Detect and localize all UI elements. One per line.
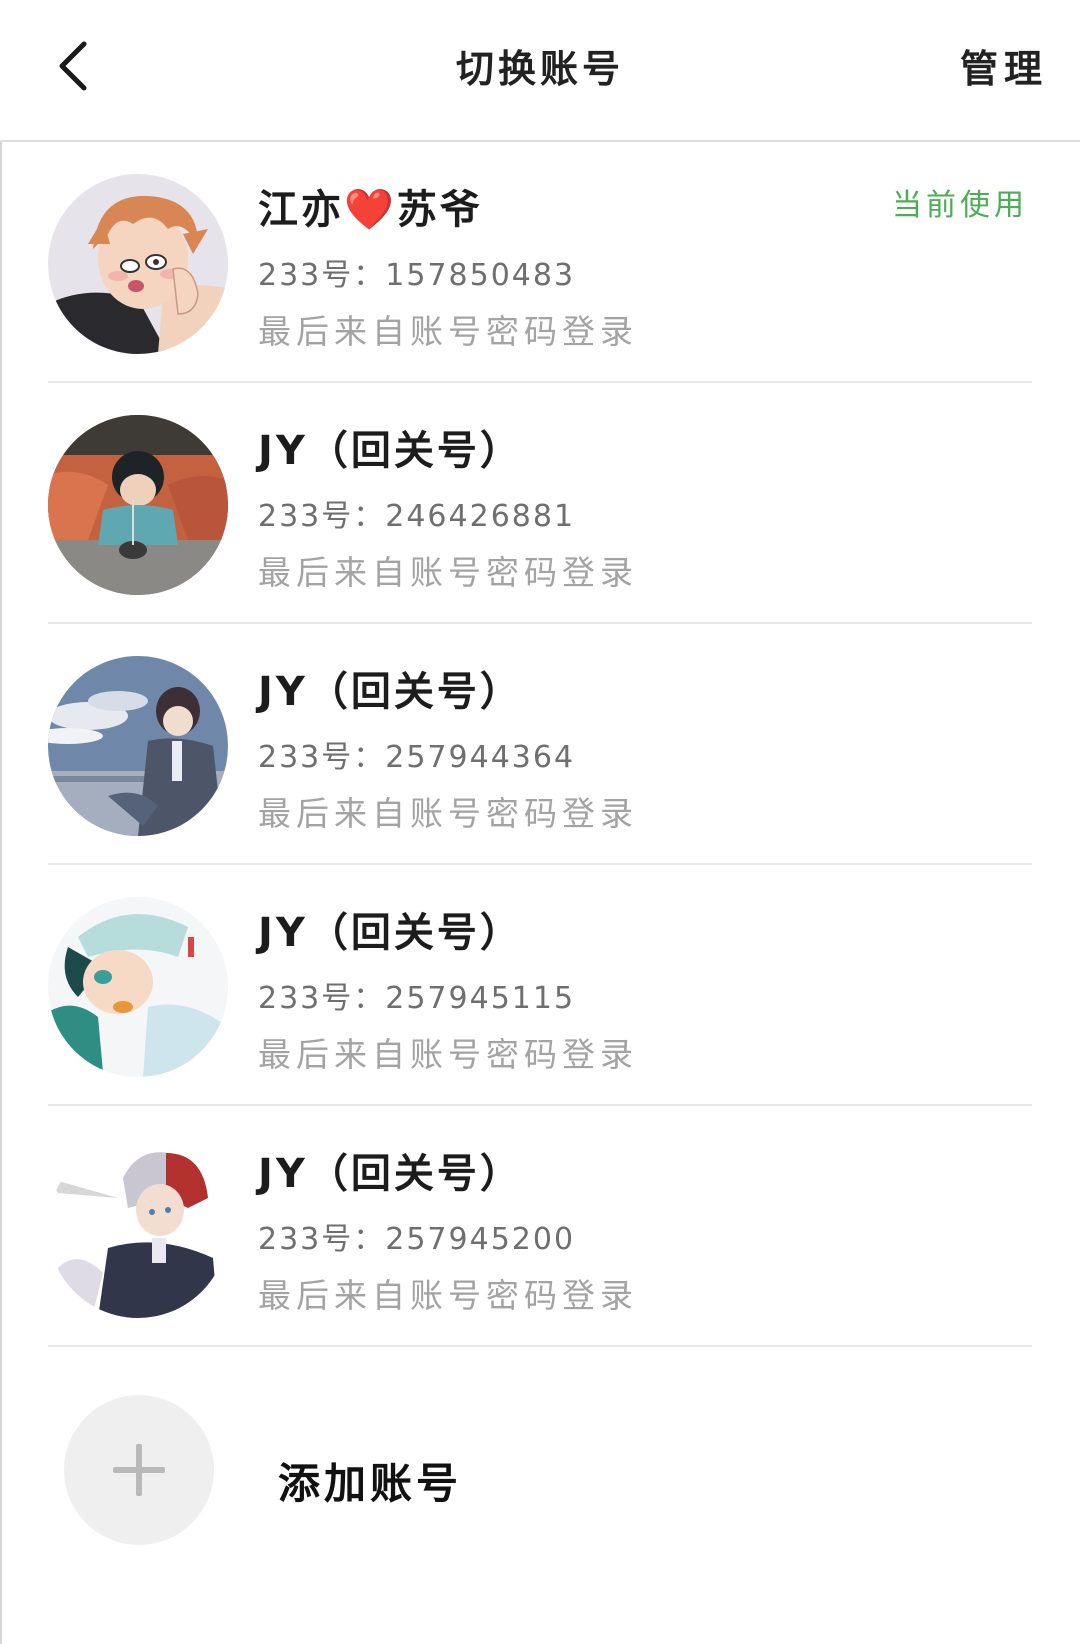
account-list: 江亦❤️苏爷 233号：157850483 最后来自账号密码登录 当前使用 JY… — [0, 142, 1080, 1347]
last-login-method: 最后来自账号密码登录 — [258, 312, 638, 351]
account-row[interactable]: JY（回关号） 233号：257944364 最后来自账号密码登录 — [0, 624, 1080, 865]
current-account-badge: 当前使用 — [892, 188, 1028, 223]
account-id: 233号：157850483 — [258, 258, 576, 293]
account-row[interactable]: JY（回关号） 233号：257945200 最后来自账号密码登录 — [0, 1106, 1080, 1347]
avatar-image — [48, 897, 228, 1077]
avatar-image — [48, 415, 228, 595]
last-login-method: 最后来自账号密码登录 — [258, 794, 638, 833]
avatar — [48, 897, 228, 1077]
avatar-image — [48, 656, 228, 836]
account-id: 233号：257944364 — [258, 740, 576, 775]
account-name: JY（回关号） — [258, 428, 523, 474]
avatar — [48, 174, 228, 354]
account-name: JY（回关号） — [258, 669, 523, 715]
account-id: 233号：246426881 — [258, 499, 576, 534]
page-title: 切换账号 — [455, 47, 624, 91]
account-name: JY（回关号） — [258, 1151, 523, 1197]
account-row[interactable]: JY（回关号） 233号：246426881 最后来自账号密码登录 — [0, 383, 1080, 624]
account-name: 江亦❤️苏爷 — [258, 187, 483, 233]
add-account-button[interactable]: 添加账号 — [0, 1350, 1080, 1550]
row-divider — [48, 1345, 1032, 1347]
plus-icon — [113, 1444, 165, 1496]
add-account-circle — [64, 1395, 214, 1545]
add-account-label: 添加账号 — [278, 1459, 463, 1508]
manage-button[interactable]: 管理 — [960, 38, 1048, 93]
avatar-image — [48, 174, 228, 354]
account-row[interactable]: JY（回关号） 233号：257945115 最后来自账号密码登录 — [0, 865, 1080, 1106]
avatar — [48, 1138, 228, 1318]
avatar — [48, 415, 228, 595]
account-row[interactable]: 江亦❤️苏爷 233号：157850483 最后来自账号密码登录 当前使用 — [0, 142, 1080, 383]
avatar — [48, 656, 228, 836]
account-name: JY（回关号） — [258, 910, 523, 956]
account-id: 233号：257945200 — [258, 1222, 576, 1257]
avatar-image — [48, 1138, 228, 1318]
top-nav-bar: 切换账号 管理 — [0, 0, 1080, 142]
account-id: 233号：257945115 — [258, 981, 576, 1016]
last-login-method: 最后来自账号密码登录 — [258, 553, 638, 592]
last-login-method: 最后来自账号密码登录 — [258, 1276, 638, 1315]
last-login-method: 最后来自账号密码登录 — [258, 1035, 638, 1074]
